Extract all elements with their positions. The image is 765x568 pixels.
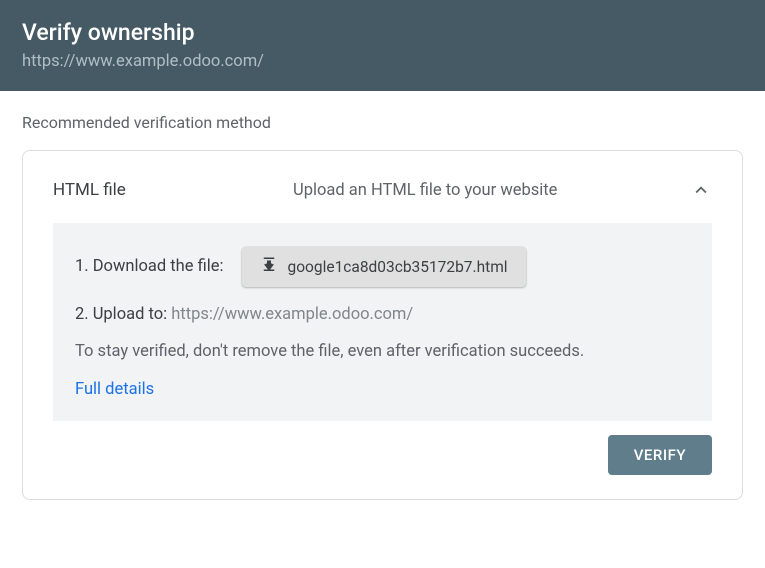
section-label: Recommended verification method (22, 113, 743, 132)
chevron-up-icon[interactable] (690, 179, 712, 201)
full-details-link[interactable]: Full details (75, 380, 154, 399)
step-1-label: 1. Download the file: (75, 257, 224, 276)
card-title: HTML file (53, 180, 293, 200)
card-subtitle: Upload an HTML file to your website (293, 181, 557, 200)
header: Verify ownership https://www.example.odo… (0, 0, 765, 91)
card-header[interactable]: HTML file Upload an HTML file to your we… (53, 179, 712, 201)
step-2: 2. Upload to: https://www.example.odoo.c… (75, 305, 690, 324)
verification-note: To stay verified, don't remove the file,… (75, 342, 690, 361)
download-filename: google1ca8d03cb35172b7.html (288, 258, 508, 276)
verify-button[interactable]: VERIFY (608, 435, 712, 475)
card-actions: VERIFY (53, 435, 712, 475)
download-icon (260, 256, 278, 278)
step-1: 1. Download the file: google1ca8d03cb351… (75, 247, 690, 287)
verification-card: HTML file Upload an HTML file to your we… (22, 150, 743, 500)
site-url: https://www.example.odoo.com/ (22, 52, 743, 71)
page-title: Verify ownership (22, 18, 743, 48)
content: Recommended verification method HTML fil… (0, 91, 765, 522)
step-2-url: https://www.example.odoo.com/ (171, 305, 413, 324)
download-file-button[interactable]: google1ca8d03cb35172b7.html (242, 247, 526, 287)
instructions-panel: 1. Download the file: google1ca8d03cb351… (53, 223, 712, 421)
step-2-label: 2. Upload to: (75, 305, 171, 324)
